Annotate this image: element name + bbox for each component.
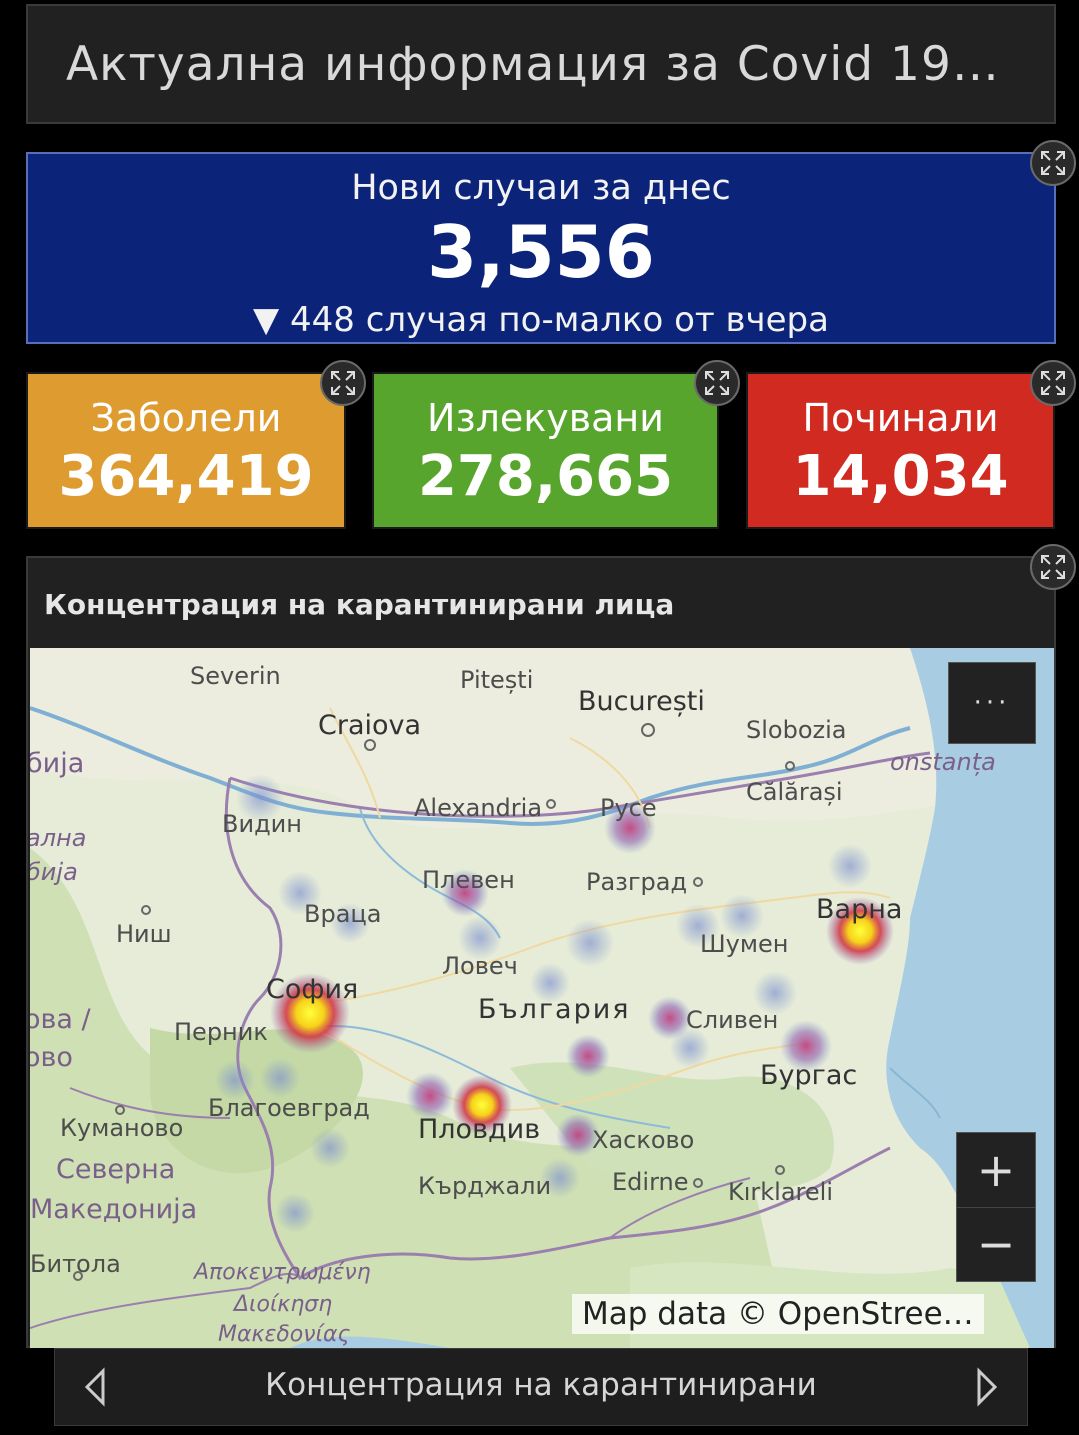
deaths-value: 14,034 (792, 444, 1009, 509)
map-label-lovech: Ловеч (442, 952, 518, 980)
map-label-makedonija: Македонија (30, 1194, 198, 1225)
expand-recovered-icon[interactable] (694, 360, 740, 406)
map-label-bija2: бија (30, 858, 78, 886)
expand-infected-icon[interactable] (320, 360, 366, 406)
map-label-kumanovo: Куманово (60, 1114, 184, 1142)
expand-map-icon[interactable] (1030, 544, 1076, 590)
next-arrow-icon[interactable] (975, 1367, 999, 1411)
infected-value: 364,419 (58, 444, 314, 509)
map-label-blagoevgrad: Благоевград (208, 1094, 370, 1122)
new-cases-card: Нови случаи за днес 3,556 ▼ 448 случая п… (26, 152, 1056, 344)
map-label-sliven: Сливен (686, 1006, 779, 1034)
map-label-plovdiv: Пловдив (418, 1114, 541, 1145)
map-label-kardzhali: Кърджали (418, 1172, 552, 1200)
map-label-pitesti: Pitești (460, 666, 534, 694)
map-label-bulgaria: България (478, 994, 631, 1025)
map-label-vidin: Видин (222, 810, 302, 838)
recovered-card: Излекувани 278,665 (372, 372, 719, 529)
dashboard-title: Актуална информация за Covid 19… (66, 36, 1000, 92)
map-label-sofia: София (266, 974, 359, 1005)
map-label-dioikisi: Διοίκηση (234, 1292, 333, 1317)
zoom-in-button[interactable]: + (957, 1133, 1035, 1208)
new-cases-delta: ▼ 448 случая по-малко от вчера (253, 300, 829, 340)
new-cases-label: Нови случаи за днес (351, 168, 731, 208)
map-label-severin: Severin (190, 662, 281, 690)
map-label-severna: Северна (56, 1154, 176, 1185)
map-label-razgrad: Разград (586, 868, 688, 896)
map-label-constanta: onstanța (890, 748, 996, 776)
map-attribution[interactable]: Map data © OpenStree… (572, 1294, 984, 1334)
infected-label: Заболели (90, 396, 282, 440)
map-label-apokentr: Αποκεντρωμένη (194, 1260, 371, 1285)
map-label-bucuresti: București (578, 686, 705, 717)
map-options-button[interactable]: ··· (948, 662, 1036, 744)
map-label-bija: бија (30, 748, 85, 779)
map-label-makedonias: Μακεδονίας (218, 1322, 351, 1347)
map-label-kirklareli: Kırklareli (728, 1178, 833, 1206)
map-label-ovo: ово (30, 1042, 73, 1073)
map-panel: Концентрация на карантинирани лица Sever… (26, 556, 1056, 1348)
map-label-slobozia: Slobozia (746, 716, 847, 744)
map-label-haskovo: Хасково (592, 1126, 695, 1154)
map-label-pernik: Перник (174, 1018, 268, 1046)
map-label-nish: Ниш (116, 920, 172, 948)
recovered-label: Излекувани (427, 396, 664, 440)
map-label-varna: Варна (816, 894, 903, 925)
map-label-edirne: Edirne (612, 1168, 689, 1196)
map-label-ruse: Русе (600, 794, 657, 822)
map-label-bitola: Битола (30, 1250, 121, 1278)
map-label-burgas: Бургас (760, 1060, 858, 1091)
map-label-alexandria: Alexandria (414, 794, 543, 822)
map-label-shumen: Шумен (700, 930, 789, 958)
map-label-calarasi: Călărași (746, 778, 843, 806)
map-label-pleven: Плевен (422, 866, 515, 894)
infected-card: Заболели 364,419 (26, 372, 346, 529)
map-label-ralna: ална (30, 824, 87, 852)
deaths-label: Починали (802, 396, 999, 440)
deaths-card: Починали 14,034 (746, 372, 1055, 529)
recovered-value: 278,665 (417, 444, 674, 509)
expand-new-cases-icon[interactable] (1030, 140, 1076, 186)
map-label-craiova: Craiova (318, 710, 422, 741)
map-label-vratsa: Враца (304, 900, 382, 928)
zoom-out-button[interactable]: − (957, 1207, 1035, 1281)
bottom-nav-label: Концентрация на карантинирани (265, 1367, 817, 1403)
expand-deaths-icon[interactable] (1030, 360, 1076, 406)
map-label-ova: ова / (30, 1004, 91, 1035)
dashboard-title-bar: Актуална информация за Covid 19… (26, 4, 1056, 124)
zoom-control: + − (956, 1132, 1036, 1282)
bottom-navigation: Концентрация на карантинирани (54, 1348, 1028, 1426)
quarantine-heatmap[interactable]: Severin Pitești București Craiova Sloboz… (30, 648, 1054, 1348)
map-title: Концентрация на карантинирани лица (44, 588, 675, 621)
new-cases-value: 3,556 (427, 210, 655, 294)
